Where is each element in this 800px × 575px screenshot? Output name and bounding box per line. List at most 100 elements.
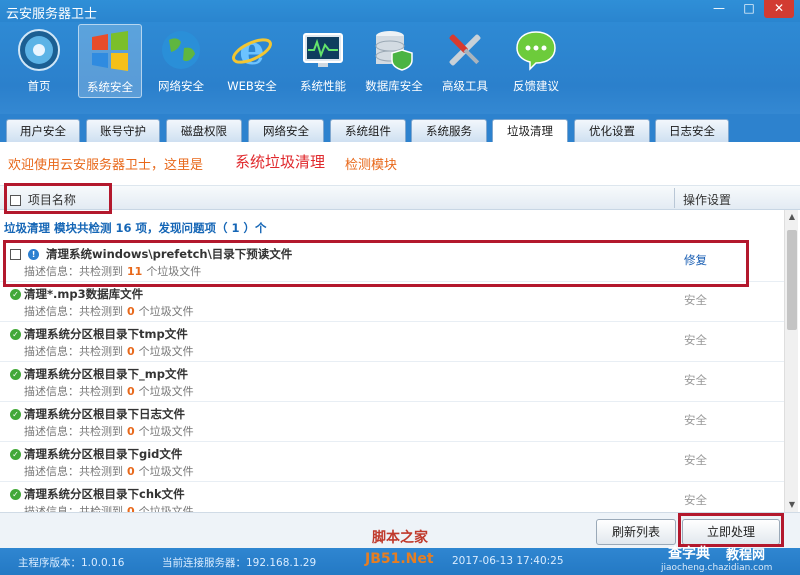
list-header: 项目名称 操作设置 xyxy=(0,186,800,210)
watermark-text: 教程网 xyxy=(726,548,766,563)
list-item: ✓ 清理系统分区根目录下_mp文件 描述信息：共检测到 0 个垃圾文件 安全 xyxy=(0,362,784,402)
list-item: ✓ 清理系统分区根目录下tmp文件 描述信息：共检测到 0 个垃圾文件 安全 xyxy=(0,322,784,362)
item-count: 0 xyxy=(127,505,135,512)
item-count: 0 xyxy=(127,385,135,398)
list-item: ✓ 清理系统分区根目录下日志文件 描述信息：共检测到 0 个垃圾文件 安全 xyxy=(0,402,784,442)
home-globe-icon xyxy=(18,29,60,71)
main-toolbar: 首页 系统安全 网络安全 e WEB安全 系统性能 数据库安全 高级工具 反馈建… xyxy=(0,22,800,114)
toolbar-database-security-label: 数据库安全 xyxy=(365,79,423,93)
scroll-up-arrow-icon[interactable]: ▲ xyxy=(785,210,799,224)
toolbar-advanced-tools-label: 高级工具 xyxy=(442,79,488,93)
highlight-box-header xyxy=(4,183,112,214)
window-controls: — □ ✕ xyxy=(704,0,794,18)
tab-bar: 用户安全 账号守护 磁盘权限 网络安全 系统组件 系统服务 垃圾清理 优化设置 … xyxy=(0,114,800,143)
highlight-box-process-button xyxy=(678,513,784,547)
watermark-text: JB51.Net xyxy=(365,551,434,567)
toolbar-home[interactable]: 首页 xyxy=(7,24,71,98)
tab-system-services[interactable]: 系统服务 xyxy=(411,119,487,142)
check-icon: ✓ xyxy=(10,329,21,340)
database-shield-icon xyxy=(375,31,413,71)
tab-user-security[interactable]: 用户安全 xyxy=(6,119,80,142)
close-button[interactable]: ✕ xyxy=(764,0,794,18)
check-icon: ✓ xyxy=(10,289,21,300)
item-name: 清理系统分区根目录下tmp文件 xyxy=(24,327,188,341)
item-title: ✓ 清理系统分区根目录下tmp文件 xyxy=(10,326,188,342)
item-count: 0 xyxy=(127,465,135,478)
item-name: 清理系统分区根目录下日志文件 xyxy=(24,407,185,421)
item-name: 清理系统分区根目录下chk文件 xyxy=(24,487,185,501)
welcome-suffix: 检测模块 xyxy=(345,158,398,173)
item-description: 描述信息：共检测到 0 个垃圾文件 xyxy=(24,305,194,318)
tab-disk-permissions[interactable]: 磁盘权限 xyxy=(166,119,242,142)
tools-icon xyxy=(449,34,481,66)
item-status: 安全 xyxy=(684,373,707,387)
toolbar-database-security[interactable]: 数据库安全 xyxy=(362,24,426,98)
maximize-button[interactable]: □ xyxy=(734,0,764,18)
item-description: 描述信息：共检测到 0 个垃圾文件 xyxy=(24,385,194,398)
toolbar-system-security-label: 系统安全 xyxy=(87,80,133,94)
tab-account-guard[interactable]: 账号守护 xyxy=(86,119,160,142)
toolbar-network-security[interactable]: 网络安全 xyxy=(149,24,213,98)
toolbar-advanced-tools[interactable]: 高级工具 xyxy=(433,24,497,98)
item-name: 清理*.mp3数据库文件 xyxy=(24,287,144,301)
welcome-module-name: 系统垃圾清理 xyxy=(235,153,326,171)
toolbar-system-performance[interactable]: 系统性能 xyxy=(291,24,355,98)
title-bar: 云安服务器卫士 — □ ✕ xyxy=(0,0,800,22)
minimize-button[interactable]: — xyxy=(704,0,734,18)
toolbar-system-performance-label: 系统性能 xyxy=(300,79,346,93)
item-description: 描述信息：共检测到 0 个垃圾文件 xyxy=(24,503,194,512)
refresh-list-button[interactable]: 刷新列表 xyxy=(596,519,676,545)
scan-summary: 垃圾清理 模块共检测 16 项，发现问题项（ 1 ）个 xyxy=(4,221,267,235)
item-status: 安全 xyxy=(684,293,707,307)
check-icon: ✓ xyxy=(10,449,21,460)
item-description: 描述信息：共检测到 0 个垃圾文件 xyxy=(24,425,194,438)
tab-network-security[interactable]: 网络安全 xyxy=(248,119,324,142)
check-icon: ✓ xyxy=(10,369,21,380)
item-count: 0 xyxy=(127,305,135,318)
item-status: 安全 xyxy=(684,493,707,507)
item-title: ✓ 清理*.mp3数据库文件 xyxy=(10,286,143,302)
tab-log-security[interactable]: 日志安全 xyxy=(655,119,729,142)
list-scrollbar[interactable]: ▲ ▼ xyxy=(784,210,798,512)
welcome-banner: 欢迎使用云安服务器卫士，这里是 系统垃圾清理 检测模块 xyxy=(0,142,800,186)
list-item: ✓ 清理*.mp3数据库文件 描述信息：共检测到 0 个垃圾文件 安全 xyxy=(0,282,784,322)
toolbar-web-security[interactable]: e WEB安全 xyxy=(220,24,284,98)
app-title: 云安服务器卫士 xyxy=(6,7,98,22)
toolbar-web-security-label: WEB安全 xyxy=(227,79,277,93)
scroll-thumb[interactable] xyxy=(787,230,797,330)
item-status: 安全 xyxy=(684,413,707,427)
item-name: 清理系统分区根目录下_mp文件 xyxy=(24,367,188,381)
tab-junk-cleanup[interactable]: 垃圾清理 xyxy=(492,119,568,143)
time-text: 2017-06-13 17:40:25 xyxy=(452,555,564,567)
chat-bubble-icon xyxy=(516,31,556,71)
column-divider xyxy=(674,188,675,208)
watermark-text: 脚本之家 xyxy=(372,530,428,546)
item-title: ✓ 清理系统分区根目录下日志文件 xyxy=(10,406,185,422)
item-status: 安全 xyxy=(684,453,707,467)
check-icon: ✓ xyxy=(10,489,21,500)
toolbar-feedback[interactable]: 反馈建议 xyxy=(504,24,568,98)
ie-browser-icon: e xyxy=(232,28,272,72)
item-title: ✓ 清理系统分区根目录下chk文件 xyxy=(10,486,185,502)
server-text: 当前连接服务器：192.168.1.29 xyxy=(162,557,317,569)
toolbar-home-label: 首页 xyxy=(27,79,51,93)
scroll-down-arrow-icon[interactable]: ▼ xyxy=(785,498,799,512)
item-description: 描述信息：共检测到 0 个垃圾文件 xyxy=(24,465,194,478)
watermark-text: jiaocheng.chazidian.com xyxy=(661,563,773,573)
monitor-chart-icon xyxy=(303,33,343,67)
globe-icon xyxy=(162,31,200,69)
list-item: ✓ 清理系统分区根目录下gid文件 描述信息：共检测到 0 个垃圾文件 安全 xyxy=(0,442,784,482)
item-title: ✓ 清理系统分区根目录下_mp文件 xyxy=(10,366,188,382)
tab-optimization[interactable]: 优化设置 xyxy=(574,119,650,142)
svg-text:e: e xyxy=(239,28,264,72)
item-status: 安全 xyxy=(684,333,707,347)
version-text: 主程序版本：1.0.0.16 xyxy=(18,557,125,569)
toolbar-system-security[interactable]: 系统安全 xyxy=(78,24,142,98)
list-item: ✓ 清理系统分区根目录下chk文件 描述信息：共检测到 0 个垃圾文件 安全 xyxy=(0,482,784,512)
toolbar-network-security-label: 网络安全 xyxy=(158,79,204,93)
check-icon: ✓ xyxy=(10,409,21,420)
item-title: ✓ 清理系统分区根目录下gid文件 xyxy=(10,446,182,462)
tab-system-components[interactable]: 系统组件 xyxy=(330,119,406,142)
watermark-text: 查字典 xyxy=(668,546,710,562)
item-name: 清理系统分区根目录下gid文件 xyxy=(24,447,183,461)
